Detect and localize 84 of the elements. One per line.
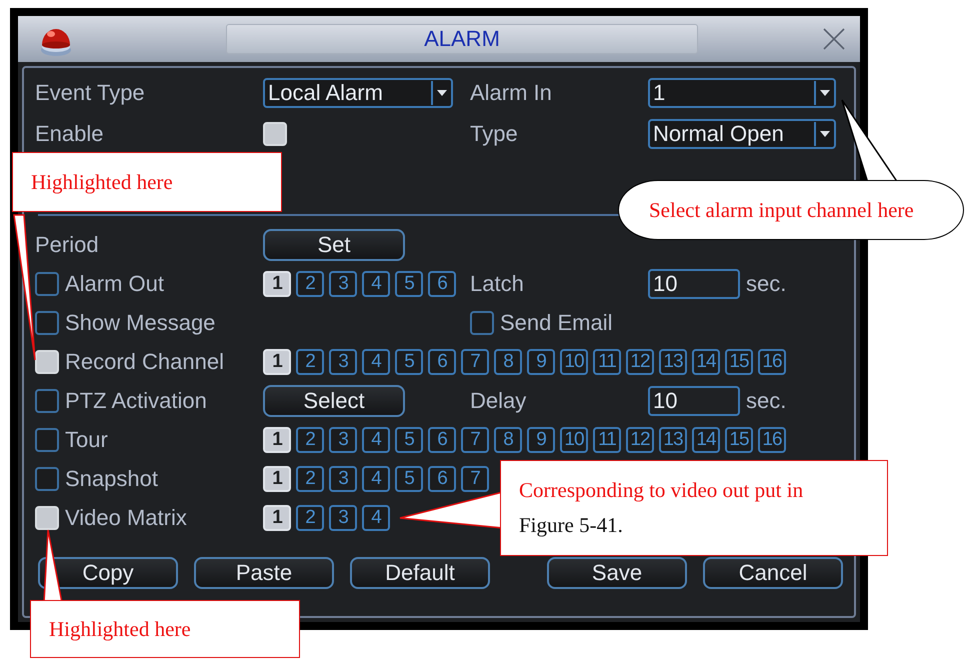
channel-toggle[interactable]: 5 (395, 270, 423, 296)
set-button[interactable]: Set (263, 228, 405, 260)
field-label: Latch (470, 270, 524, 296)
channel-toggle[interactable]: 14 (692, 426, 720, 452)
callout-text: Highlighted here (31, 170, 174, 194)
channel-toggle[interactable]: 6 (428, 270, 456, 296)
unit-label: sec. (746, 270, 786, 296)
field-label: Event Type (35, 80, 145, 106)
dropdown[interactable]: 1 (648, 78, 836, 108)
number-field[interactable]: 10 (648, 268, 740, 298)
channel-toggle[interactable]: 5 (395, 426, 423, 452)
channel-toggle[interactable]: 2 (296, 466, 324, 492)
channel-toggle[interactable]: 11 (593, 348, 621, 374)
channel-toggle[interactable]: 2 (296, 270, 324, 296)
channel-toggle[interactable]: 4 (362, 426, 390, 452)
channel-toggle[interactable]: 2 (296, 426, 324, 452)
option-label: Record Channel (65, 348, 224, 374)
option-label: Video Matrix (65, 504, 187, 530)
field-label: Delay (470, 388, 526, 414)
channel-toggle[interactable]: 1 (263, 504, 291, 530)
channel-toggle[interactable]: 1 (263, 270, 291, 296)
channel-toggle[interactable]: 4 (362, 504, 390, 530)
channel-toggle[interactable]: 4 (362, 466, 390, 492)
unit-label: sec. (746, 388, 786, 414)
channel-toggle[interactable]: 6 (428, 466, 456, 492)
channel-toggle[interactable]: 16 (758, 426, 786, 452)
channel-toggle[interactable]: 10 (560, 426, 588, 452)
callout-text: Select alarm input channel here (649, 198, 915, 222)
channel-toggle[interactable]: 12 (626, 426, 654, 452)
channel-toggle[interactable]: 5 (395, 348, 423, 374)
channel-toggle[interactable]: 2 (296, 504, 324, 530)
channel-toggle[interactable]: 4 (362, 348, 390, 374)
field-label: Enable (35, 120, 104, 146)
callout-text: Corresponding to video out put in (519, 478, 804, 503)
channel-toggle[interactable]: 3 (329, 270, 357, 296)
channel-toggle[interactable]: 13 (659, 426, 687, 452)
channel-toggle[interactable]: 15 (725, 426, 753, 452)
channel-toggle[interactable]: 8 (494, 348, 522, 374)
channel-toggle[interactable]: 3 (329, 348, 357, 374)
channel-toggle[interactable]: 3 (329, 466, 357, 492)
channel-toggle[interactable]: 7 (461, 348, 489, 374)
action-button[interactable]: Default (350, 557, 490, 589)
option-label: Alarm Out (65, 270, 164, 296)
channel-toggle[interactable]: 15 (725, 348, 753, 374)
channel-toggle[interactable]: 1 (263, 348, 291, 374)
channel-toggle[interactable]: 5 (395, 466, 423, 492)
option-label: Period (35, 232, 99, 258)
action-button[interactable]: Cancel (703, 557, 843, 589)
option-label: PTZ Activation (65, 388, 207, 414)
channel-toggle[interactable]: 7 (461, 426, 489, 452)
callout-text: Highlighted here (49, 616, 192, 642)
channel-toggle[interactable]: 2 (296, 348, 324, 374)
option-label: Tour (65, 426, 108, 452)
channel-toggle[interactable]: 4 (362, 270, 390, 296)
field-label: Alarm In (470, 80, 552, 106)
channel-toggle[interactable]: 10 (560, 348, 588, 374)
channel-toggle[interactable]: 3 (329, 504, 357, 530)
channel-toggle[interactable]: 14 (692, 348, 720, 374)
channel-toggle[interactable]: 9 (527, 348, 555, 374)
channel-toggle[interactable]: 1 (263, 466, 291, 492)
set-button[interactable]: Select (263, 384, 405, 416)
channel-toggle[interactable]: 13 (659, 348, 687, 374)
dropdown[interactable]: Local Alarm (263, 78, 453, 108)
checkbox-label: Send Email (500, 310, 613, 336)
channel-toggle[interactable]: 6 (428, 426, 456, 452)
channel-toggle[interactable]: 11 (593, 426, 621, 452)
option-label: Snapshot (65, 466, 158, 492)
action-button[interactable]: Paste (194, 557, 334, 589)
channel-toggle[interactable]: 1 (263, 426, 291, 452)
channel-toggle[interactable]: 16 (758, 348, 786, 374)
channel-toggle[interactable]: 3 (329, 426, 357, 452)
field-label: Type (470, 120, 518, 146)
channel-toggle[interactable]: 6 (428, 348, 456, 374)
action-button[interactable]: Copy (38, 557, 178, 589)
channel-toggle[interactable]: 8 (494, 426, 522, 452)
channel-toggle[interactable]: 9 (527, 426, 555, 452)
number-field[interactable]: 10 (648, 386, 740, 416)
channel-toggle[interactable]: 12 (626, 348, 654, 374)
window-title: ALARM (424, 26, 500, 52)
channel-toggle[interactable]: 7 (461, 466, 489, 492)
callout-text: Figure 5-41. (519, 513, 624, 538)
dropdown[interactable]: Normal Open (648, 118, 836, 148)
action-button[interactable]: Save (547, 557, 687, 589)
option-label: Show Message (65, 310, 216, 336)
